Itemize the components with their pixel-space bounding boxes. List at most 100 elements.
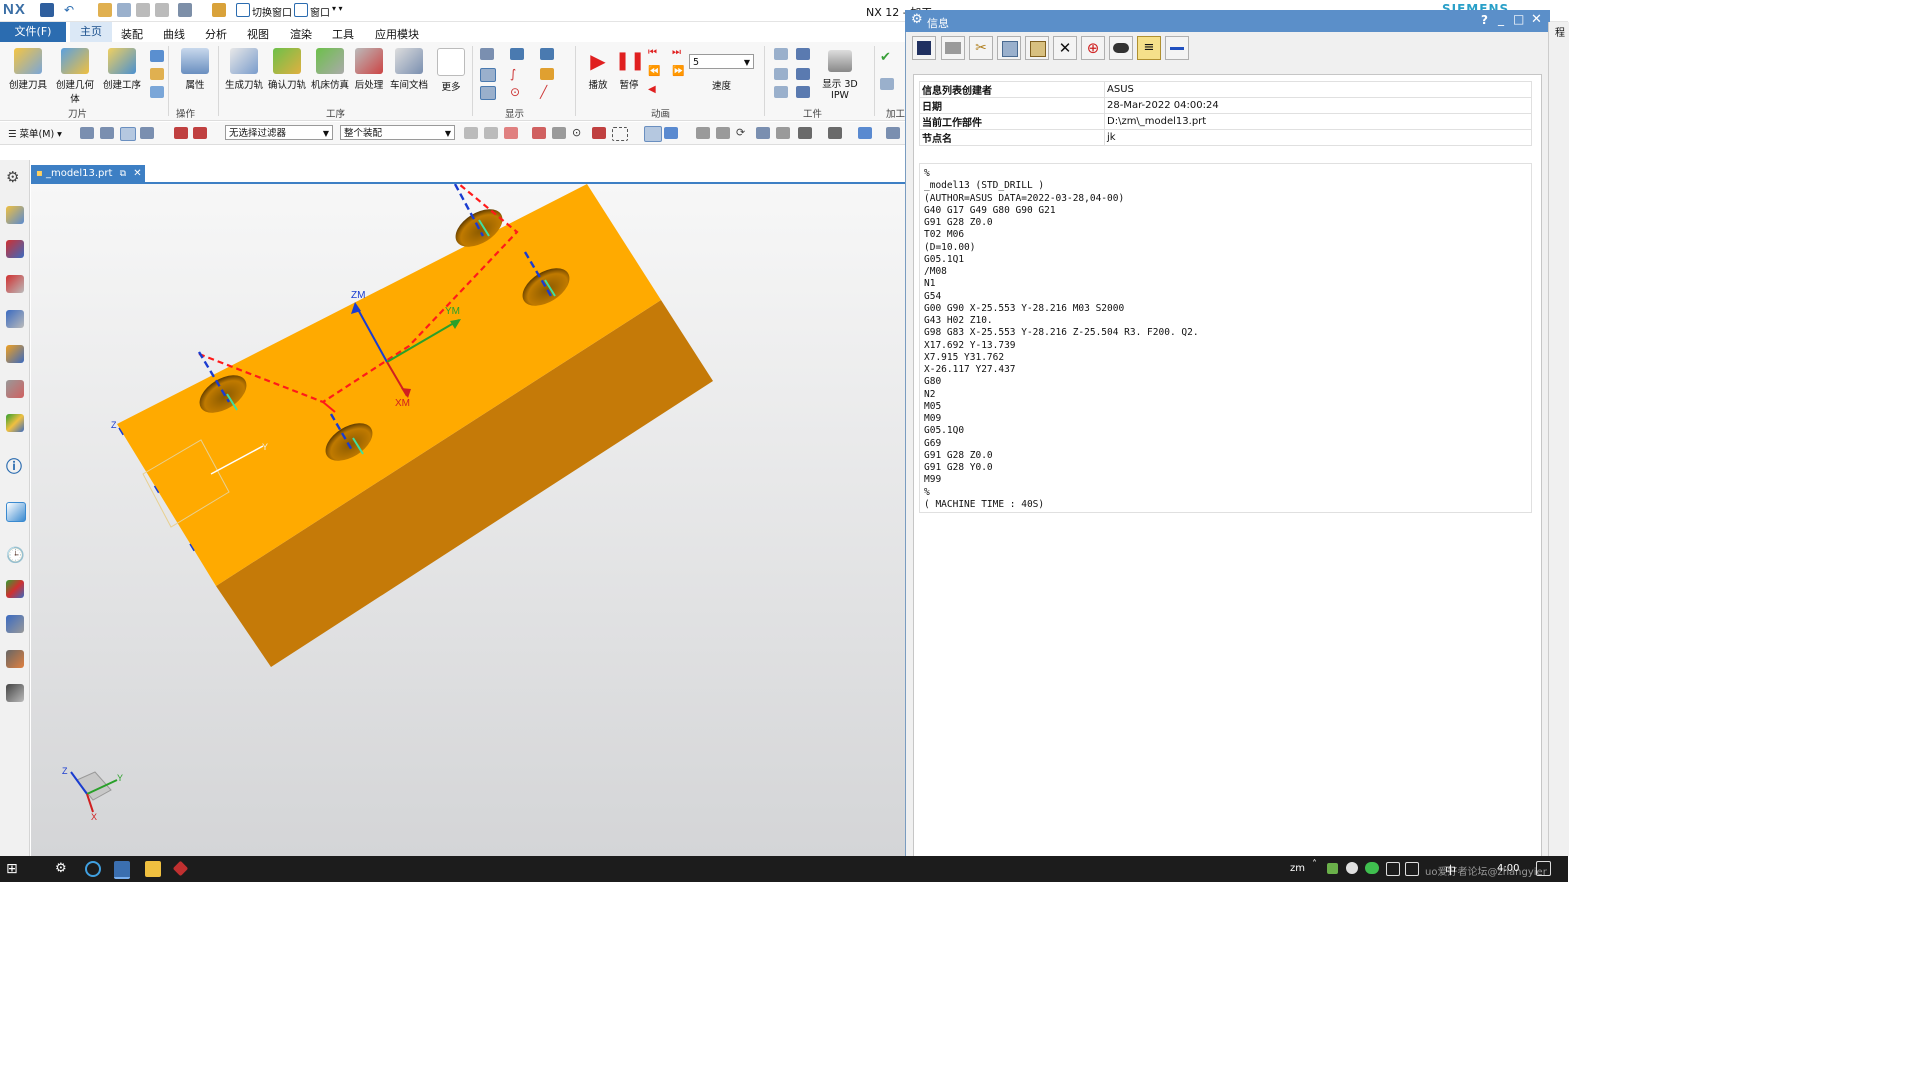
repeat-icon[interactable] bbox=[212, 3, 226, 17]
paste-icon[interactable] bbox=[1025, 36, 1049, 60]
create-tool-button[interactable]: 创建刀具 bbox=[5, 48, 51, 91]
tab-curve[interactable]: 曲线 bbox=[163, 26, 185, 42]
display-ipw-icon[interactable] bbox=[480, 86, 496, 100]
notification-icon[interactable] bbox=[1536, 861, 1551, 876]
curve-icon[interactable]: ∫ bbox=[510, 68, 524, 80]
display-icon[interactable] bbox=[480, 48, 494, 60]
assembly-navigator-icon[interactable] bbox=[6, 310, 24, 328]
select-tool3-icon[interactable] bbox=[120, 127, 136, 141]
layer-icon[interactable] bbox=[798, 127, 812, 139]
workpiece-icon[interactable] bbox=[774, 48, 788, 60]
cube-icon[interactable] bbox=[858, 127, 872, 139]
select-tool4-icon[interactable] bbox=[140, 127, 154, 139]
graphics-window[interactable]: ZM YM XM Y Z Z Y X bbox=[31, 184, 905, 856]
nx-icon[interactable] bbox=[114, 861, 130, 879]
help-icon[interactable]: ? bbox=[1481, 13, 1488, 27]
close-icon[interactable]: ✕ bbox=[133, 168, 141, 179]
minimize-icon[interactable]: _ bbox=[1498, 12, 1504, 26]
small-tool-icon[interactable] bbox=[150, 50, 164, 62]
filter2-icon[interactable] bbox=[193, 127, 207, 139]
network-icon[interactable] bbox=[1386, 862, 1400, 876]
robot-icon[interactable] bbox=[6, 650, 24, 668]
tool-library-icon[interactable] bbox=[6, 615, 24, 633]
end-point-icon[interactable] bbox=[532, 127, 546, 139]
properties-button[interactable]: 属性 bbox=[172, 48, 218, 91]
part-navigator-icon[interactable] bbox=[6, 275, 24, 293]
nvidia-icon[interactable] bbox=[1327, 863, 1338, 874]
nc-program-text[interactable]: % _model13 (STD_DRILL ) (AUTHOR=ASUS DAT… bbox=[919, 163, 1532, 513]
app-icon[interactable] bbox=[172, 860, 189, 877]
workpiece3-icon[interactable] bbox=[774, 86, 788, 98]
tool-display-icon[interactable] bbox=[540, 68, 554, 80]
restore-icon[interactable]: ⧉ bbox=[120, 169, 126, 179]
fixture-icon[interactable] bbox=[6, 684, 24, 702]
small-geometry-icon[interactable] bbox=[150, 68, 164, 80]
palette-icon[interactable] bbox=[6, 414, 24, 432]
undo-icon[interactable]: ↶ bbox=[64, 3, 78, 17]
display-option-icon[interactable] bbox=[510, 48, 524, 60]
analysis-icon[interactable] bbox=[6, 580, 24, 598]
tab-applications[interactable]: 应用模块 bbox=[375, 26, 419, 42]
workpiece5-icon[interactable] bbox=[796, 68, 810, 80]
tab-render[interactable]: 渲染 bbox=[290, 26, 312, 42]
info-window-title-bar[interactable]: ⚙ 信息 ? _ □ ✕ bbox=[905, 10, 1550, 32]
reuse-library-icon[interactable] bbox=[6, 345, 24, 363]
chevron-up-icon[interactable]: ˄ bbox=[1312, 859, 1317, 870]
qq-icon[interactable] bbox=[1346, 862, 1358, 874]
snap-point-icon[interactable] bbox=[504, 127, 518, 139]
clock[interactable]: 4:00 bbox=[1497, 863, 1519, 874]
step-forward-icon[interactable]: ⏭ bbox=[672, 47, 681, 58]
tab-document[interactable]: ▪ _model13.prt ⧉ ✕ bbox=[31, 165, 145, 182]
volume-icon[interactable] bbox=[1405, 862, 1419, 876]
more-button[interactable]: 更多 bbox=[428, 48, 474, 93]
save-icon[interactable] bbox=[40, 3, 54, 17]
verify-path-button[interactable]: 确认刀轨 bbox=[264, 48, 310, 91]
tab-analysis[interactable]: 分析 bbox=[205, 26, 227, 42]
filter-icon[interactable] bbox=[174, 127, 188, 139]
workpiece6-icon[interactable] bbox=[796, 86, 810, 98]
step-back-icon[interactable]: ⏮ bbox=[648, 47, 657, 58]
tab-tools[interactable]: 工具 bbox=[332, 26, 354, 42]
save-icon[interactable] bbox=[912, 36, 936, 60]
delete-icon[interactable]: ✕ bbox=[1053, 36, 1077, 60]
workpiece4-icon[interactable] bbox=[796, 48, 810, 60]
chevron-down-icon[interactable]: ▾ ▾ bbox=[332, 4, 343, 13]
paste-special-icon[interactable] bbox=[155, 3, 169, 17]
display-path-icon[interactable] bbox=[480, 68, 496, 82]
view-icon[interactable] bbox=[886, 127, 900, 139]
select-tool-icon[interactable] bbox=[80, 127, 94, 139]
maximize-icon[interactable]: □ bbox=[1513, 12, 1524, 26]
speed-select[interactable]: 5 ▼ bbox=[689, 54, 754, 69]
select-tool2-icon[interactable] bbox=[100, 127, 114, 139]
browser-icon[interactable] bbox=[85, 861, 101, 877]
snap-icon[interactable] bbox=[464, 127, 478, 139]
rotate-icon[interactable]: ⟳ bbox=[736, 127, 750, 139]
box-select-icon[interactable] bbox=[612, 127, 628, 141]
shop-doc-button[interactable]: 车间文档 bbox=[386, 48, 432, 91]
info-icon[interactable]: ⓘ bbox=[6, 458, 24, 476]
snap2-icon[interactable] bbox=[484, 127, 498, 139]
check-icon[interactable]: ✔ bbox=[880, 51, 894, 64]
hd3d-icon[interactable] bbox=[6, 380, 24, 398]
window-menu[interactable]: 窗口 bbox=[310, 4, 330, 19]
create-operation-button[interactable]: 创建工序 bbox=[99, 48, 145, 91]
window-icon[interactable] bbox=[294, 3, 308, 17]
operation-navigator-icon[interactable] bbox=[6, 206, 24, 224]
close-icon[interactable]: ✕ bbox=[1531, 12, 1542, 27]
history-icon[interactable]: 🕒 bbox=[6, 546, 25, 564]
copy-icon[interactable] bbox=[117, 3, 131, 17]
scope-select[interactable]: 整个装配 ▼ bbox=[340, 125, 455, 140]
rewind-icon[interactable]: ⏪ bbox=[648, 66, 660, 77]
quadrant-icon[interactable] bbox=[592, 127, 606, 139]
circle-icon[interactable]: ⊙ bbox=[510, 86, 524, 98]
back-icon[interactable]: ◀ bbox=[648, 84, 656, 95]
type-filter-select[interactable]: 无选择过滤器 ▼ bbox=[225, 125, 333, 140]
file-menu-button[interactable]: 文件(F) bbox=[0, 22, 66, 42]
mid-point-icon[interactable] bbox=[552, 127, 566, 139]
fit-icon[interactable] bbox=[696, 127, 710, 139]
pan-icon[interactable] bbox=[756, 127, 770, 139]
tab-home[interactable]: 主页 bbox=[70, 22, 112, 44]
switch-window-icon[interactable] bbox=[236, 3, 250, 17]
orient-icon[interactable] bbox=[776, 127, 790, 139]
shaded-icon[interactable] bbox=[644, 126, 662, 142]
